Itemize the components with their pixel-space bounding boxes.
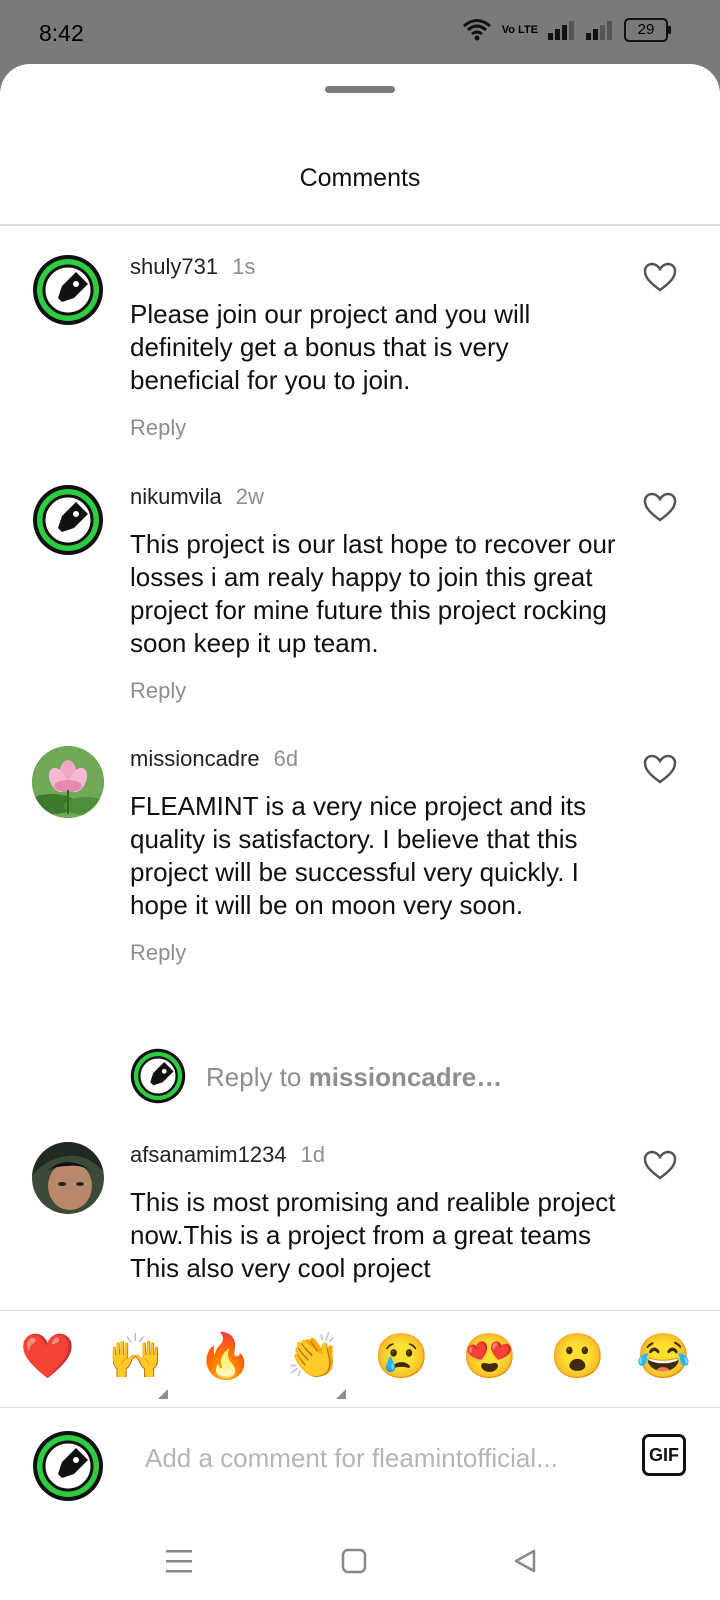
menu-icon[interactable] <box>166 1548 192 1574</box>
volte-label: Vo LTE <box>501 24 538 36</box>
heart-outline-icon[interactable] <box>643 754 677 784</box>
comment-text: Please join our project and you will def… <box>130 299 531 395</box>
back-triangle-icon[interactable] <box>512 1548 538 1574</box>
emoji-crying-face[interactable]: 😢 <box>374 1331 429 1383</box>
emoji-tears-of-joy[interactable]: 😂 <box>636 1331 691 1383</box>
comment-text: This is most promising and realible proj… <box>130 1187 616 1283</box>
emoji-heart-eyes[interactable]: 😍 <box>462 1331 517 1383</box>
reply-button[interactable]: Reply <box>130 678 620 704</box>
rocket-logo-icon <box>33 1431 103 1501</box>
reply-to-label: Reply to missioncadre… <box>206 1062 502 1093</box>
comment-item: nikumvila 2w This project is our last hop… <box>0 484 720 734</box>
comment-time: 1s <box>232 254 256 279</box>
rocket-logo-icon <box>33 485 103 555</box>
wifi-icon <box>462 19 491 41</box>
avatar[interactable] <box>32 254 104 326</box>
battery-icon: 29 <box>624 18 671 42</box>
avatar[interactable] <box>32 1142 104 1214</box>
skin-tone-hint-icon <box>158 1389 168 1399</box>
comments-sheet: Comments shuly731 1s Please join our proj… <box>0 64 720 1600</box>
signal-icon <box>586 21 612 40</box>
comment-text: This project is our last hope to recover… <box>130 529 616 658</box>
emoji-reaction-bar: ❤️ 🙌 🔥 👏 😢 😍 😮 😂 <box>0 1310 720 1408</box>
comment-meta: nikumvila 2w <box>130 484 620 514</box>
comment-time: 2w <box>235 484 264 509</box>
heart-outline-icon[interactable] <box>643 262 677 292</box>
reply-button[interactable]: Reply <box>130 940 620 966</box>
comment-input[interactable] <box>143 1442 607 1475</box>
emoji-surprised-face[interactable]: 😮 <box>550 1331 605 1383</box>
rocket-logo-icon <box>33 255 103 325</box>
avatar[interactable] <box>32 746 104 818</box>
comment-meta: shuly731 1s <box>130 254 620 284</box>
comment-text: FLEAMINT is a very nice project and its … <box>130 791 587 920</box>
comment-meta: afsanamim1234 1d <box>130 1142 620 1172</box>
lotus-flower-avatar <box>32 746 104 818</box>
signal-icon <box>548 21 574 40</box>
username[interactable]: nikumvila <box>130 484 222 509</box>
emoji-clapping-hands[interactable]: 👏 <box>286 1331 341 1383</box>
divider <box>0 224 720 226</box>
comment-time: 6d <box>273 746 299 771</box>
reply-to-prefix: Reply to <box>206 1062 309 1092</box>
comment-item: afsanamim1234 1d This is most promising a… <box>0 1142 720 1312</box>
avatar <box>130 1048 186 1104</box>
username[interactable]: missioncadre <box>130 746 260 771</box>
gif-button[interactable]: GIF <box>642 1434 686 1476</box>
emoji-fire[interactable]: 🔥 <box>198 1331 253 1383</box>
comment-item: missioncadre 6d FLEAMINT is a very nice p… <box>0 746 720 1036</box>
comment-body: nikumvila 2w This project is our last hop… <box>130 484 620 704</box>
comment-item: shuly731 1s Please join our project and y… <box>0 254 720 494</box>
user-photo-avatar <box>32 1142 104 1214</box>
skin-tone-hint-icon <box>336 1389 346 1399</box>
heart-outline-icon[interactable] <box>643 1150 677 1180</box>
username[interactable]: shuly731 <box>130 254 218 279</box>
status-icons: Vo LTE 29 <box>462 18 671 42</box>
comment-body: missioncadre 6d FLEAMINT is a very nice p… <box>130 746 620 966</box>
comment-meta: missioncadre 6d <box>130 746 620 776</box>
heart-outline-icon[interactable] <box>643 492 677 522</box>
comment-time: 1d <box>300 1142 326 1167</box>
emoji-raising-hands[interactable]: 🙌 <box>108 1331 163 1383</box>
rocket-logo-icon <box>130 1048 186 1104</box>
username[interactable]: afsanamim1234 <box>130 1142 287 1167</box>
comment-composer: GIF <box>0 1408 720 1518</box>
sheet-title: Comments <box>299 164 421 192</box>
system-nav-bar <box>0 1524 720 1600</box>
status-bar: 8:42 Vo LTE 29 <box>0 0 720 64</box>
emoji-red-heart[interactable]: ❤️ <box>20 1331 75 1383</box>
comment-body: afsanamim1234 1d This is most promising a… <box>130 1142 620 1285</box>
status-time: 8:42 <box>39 20 84 46</box>
avatar[interactable] <box>32 484 104 556</box>
reply-button[interactable]: Reply <box>130 415 620 441</box>
avatar <box>32 1430 104 1502</box>
comment-body: shuly731 1s Please join our project and y… <box>130 254 620 441</box>
reply-to-target: missioncadre… <box>308 1062 503 1092</box>
home-square-icon[interactable] <box>341 1548 367 1574</box>
drag-handle[interactable] <box>325 86 395 93</box>
